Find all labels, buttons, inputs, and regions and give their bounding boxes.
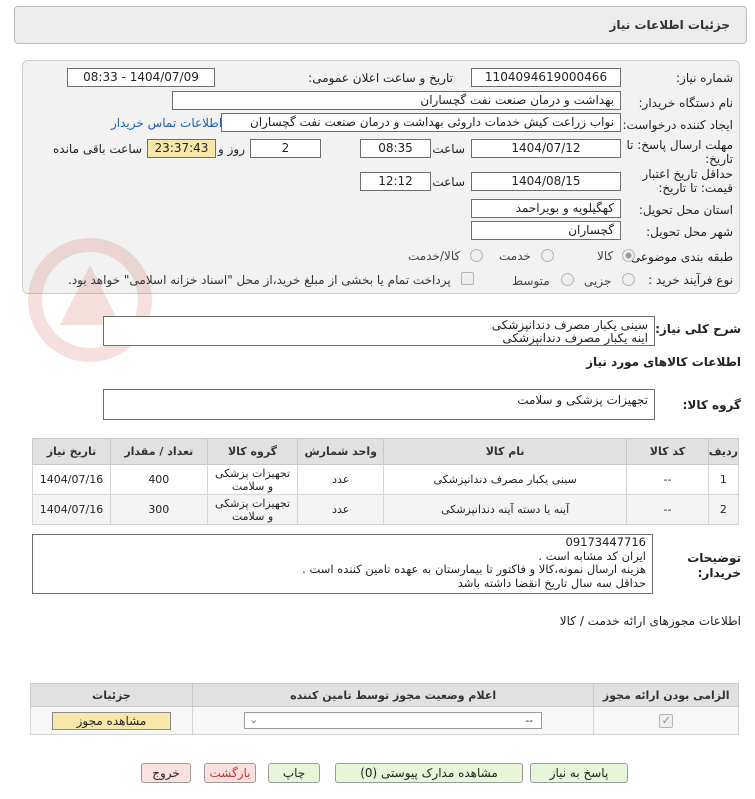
validity-date-field: 1404/08/15: [471, 172, 621, 191]
reply-button[interactable]: پاسخ به نیاز: [530, 763, 628, 783]
cell-group: تجهیزات پزشکی و سلامت: [206, 494, 299, 525]
category-option-service: خدمت: [499, 249, 531, 263]
cell-name: سینی یکبار مصرف دندانپزشکی: [383, 464, 628, 495]
category-radio-goods[interactable]: [622, 249, 635, 262]
table-row: ✓ ⌄ -- مشاهده مجوز: [30, 706, 739, 735]
buyer-contact-link[interactable]: اطلاعات تماس خریدار: [111, 116, 222, 130]
category-option-both: کالا/خدمت: [408, 249, 461, 263]
summary-textarea: سینی یکبار مصرف دندانپزشکی اینه یکبار مص…: [103, 316, 655, 346]
permits-section-title: اطلاعات مجوزهای ارائه خدمت / کالا: [559, 614, 741, 628]
buyer-notes-label: توضیحات: [687, 551, 741, 565]
view-permit-button[interactable]: مشاهده مجوز: [51, 711, 171, 730]
treasury-payment-note: پرداخت تمام یا بخشی از مبلغ خرید،از محل …: [68, 273, 451, 287]
need-number-field: 1104094619000466: [471, 68, 621, 87]
process-option-minor: جزیی: [584, 274, 612, 288]
table-row: 2 -- آینه یا دسته آینه دندانپزشکی عدد تج…: [32, 494, 740, 525]
process-option-medium: متوسط: [512, 274, 550, 288]
goods-group-field: تجهیزات پزشکی و سلامت: [103, 389, 655, 420]
need-number-label: شماره نیاز:: [676, 71, 733, 85]
deadline-label-2: تاریخ:: [705, 152, 733, 166]
col-unit: واحد شمارش: [297, 438, 385, 465]
province-field: کهگیلویه و بویراحمد: [471, 199, 621, 218]
validity-time-field: 12:12: [360, 172, 431, 191]
permit-required-cell: ✓: [593, 706, 739, 735]
announce-date-field: 1404/07/09 - 08:33: [67, 68, 215, 87]
col-permit-details: جزئیات: [30, 683, 193, 707]
summary-label: شرح کلی نیاز:: [655, 322, 741, 336]
permit-details-cell: مشاهده مجوز: [30, 706, 193, 735]
province-label: استان محل تحویل:: [638, 203, 733, 217]
days-label: روز و: [218, 142, 245, 156]
buyer-org-field: بهداشت و درمان صنعت نفت گچساران: [172, 91, 621, 110]
buyer-notes-line-4: حداقل سه سال تاریخ انقضا داشته باشد: [457, 575, 646, 590]
validity-time-label: ساعت: [432, 175, 465, 189]
page-title: جزئیات اطلاعات نیاز: [609, 18, 730, 32]
validity-label-2: قیمت: تا تاریخ:: [658, 181, 733, 195]
permit-status-value: --: [525, 714, 534, 727]
time-remaining-label: ساعت باقی مانده: [53, 142, 143, 156]
deadline-time-label: ساعت: [432, 142, 465, 156]
page-header: جزئیات اطلاعات نیاز: [14, 6, 747, 44]
cell-name: آینه یا دسته آینه دندانپزشکی: [383, 494, 628, 525]
process-radio-medium[interactable]: [561, 273, 574, 286]
treasury-payment-checkbox[interactable]: [461, 272, 474, 285]
col-permit-status: اعلام وضعیت مجوز توسط تامین کننده: [191, 683, 595, 707]
requester-label: ایجاد کننده درخواست:: [622, 118, 733, 132]
buyer-notes-line-3: هزینه ارسال نمونه،کالا و فاکتور تا بیمار…: [302, 562, 646, 576]
chevron-down-icon: ⌄: [249, 713, 259, 726]
deadline-label: مهلت ارسال پاسخ: تا: [626, 138, 733, 152]
requester-field: نواب زراعت کیش خدمات داروئی بهداشت و درم…: [221, 113, 621, 132]
cell-group: تجهیزات پزشکی و سلامت: [206, 464, 299, 495]
col-qty: تعداد / مقدار: [110, 438, 208, 465]
print-button[interactable]: چاپ: [268, 763, 320, 783]
goods-section-title: اطلاعات کالاهای مورد نیاز: [586, 355, 741, 369]
city-label: شهر محل تحویل:: [646, 225, 733, 239]
permit-status-select[interactable]: ⌄ --: [244, 712, 543, 729]
goods-table: ردیف کد کالا نام کالا واحد شمارش گروه کا…: [32, 438, 740, 525]
cell-qty: 300: [110, 494, 208, 525]
category-label: طبقه بندی موضوعی:: [626, 250, 733, 264]
days-remaining-field: 2: [250, 139, 321, 158]
announce-date-label: تاریخ و ساعت اعلان عمومی:: [308, 71, 453, 85]
cell-code: --: [626, 464, 709, 495]
buyer-notes-textarea: 09173447716 ایران کد مشابه است . هزینه ا…: [32, 534, 653, 594]
summary-line-2: اینه یکبار مصرف دندانپزشکی: [502, 331, 648, 345]
cell-unit: عدد: [297, 494, 385, 525]
col-permit-required: الزامی بودن ارائه مجوز: [593, 683, 739, 707]
cell-qty: 400: [110, 464, 208, 495]
process-radio-minor[interactable]: [622, 273, 635, 286]
permits-table: الزامی بودن ارائه مجوز اعلام وضعیت مجوز …: [30, 683, 739, 735]
cell-code: --: [626, 494, 709, 525]
cell-unit: عدد: [297, 464, 385, 495]
permit-required-checkbox: ✓: [659, 713, 674, 728]
cell-row: 1: [707, 464, 740, 495]
goods-group-label: گروه کالا:: [682, 398, 741, 412]
time-remaining-field: 23:37:43: [147, 139, 216, 158]
city-field: گچساران: [471, 221, 621, 240]
exit-button[interactable]: خروج: [141, 763, 191, 783]
permit-status-cell: ⌄ --: [191, 706, 595, 735]
table-row: 1 -- سینی یکبار مصرف دندانپزشکی عدد تجهی…: [32, 464, 740, 495]
buyer-org-label: نام دستگاه خریدار:: [638, 96, 734, 110]
cell-date: 1404/07/16: [32, 494, 111, 525]
process-label: نوع فرآیند خرید :: [648, 273, 733, 287]
back-button[interactable]: بازگشت: [204, 763, 256, 783]
col-date: تاریخ نیاز: [32, 438, 111, 465]
cell-date: 1404/07/16: [32, 464, 111, 495]
category-radio-service[interactable]: [541, 249, 554, 262]
buyer-notes-line-1: 09173447716: [565, 535, 646, 549]
col-code: کد کالا: [626, 438, 709, 465]
col-group: گروه کالا: [206, 438, 299, 465]
col-name: نام کالا: [383, 438, 628, 465]
buyer-notes-line-2: ایران کد مشابه است .: [538, 548, 646, 563]
view-attachments-button[interactable]: مشاهده مدارک پیوستی (0): [335, 763, 523, 783]
col-row: ردیف: [707, 438, 740, 465]
category-option-goods: کالا: [597, 249, 614, 263]
deadline-date-field: 1404/07/12: [471, 139, 621, 158]
deadline-time-field: 08:35: [360, 139, 431, 158]
validity-label: حداقل تاریخ اعتبار: [642, 167, 733, 181]
category-radio-both[interactable]: [470, 249, 483, 262]
cell-row: 2: [707, 494, 740, 525]
buyer-notes-label-2: خریدار:: [697, 566, 741, 580]
